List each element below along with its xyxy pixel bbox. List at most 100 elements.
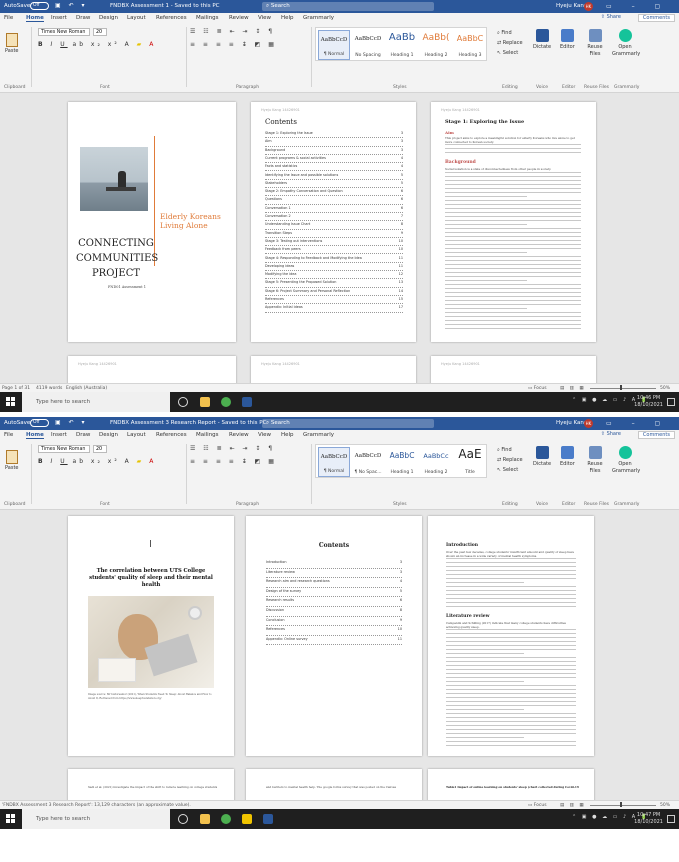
page-stage-1[interactable]: Hyeju Kang 14426901 Stage 1: Exploring t… xyxy=(431,102,596,342)
toc-entry[interactable]: Conversation 2 7 xyxy=(265,214,403,222)
find-button[interactable]: ⌕ Find xyxy=(497,445,523,455)
user-name[interactable]: Hyeju Kang xyxy=(556,3,587,9)
autosave-toggle[interactable]: Off xyxy=(30,419,49,427)
tab-review[interactable]: Review xyxy=(229,15,249,21)
page-contents[interactable]: Contents Introduction 3 Literature review 3… xyxy=(246,516,422,756)
style-heading-2[interactable]: AaBbCc Heading 2 xyxy=(420,447,452,477)
toc-entry[interactable]: References 10 xyxy=(266,627,402,636)
tab-mailings[interactable]: Mailings xyxy=(196,432,219,438)
clock[interactable]: 10:46 PM 18/10/2021 xyxy=(634,395,663,409)
list-buttons[interactable]: ☰ ☷ ≣ ⇤ ⇥ ↕ ¶ xyxy=(190,445,275,452)
tab-draw[interactable]: Draw xyxy=(76,15,90,21)
toc-entry[interactable]: Transition Steps 9 xyxy=(265,231,403,238)
clock[interactable]: 10:47 PM 18/10/2021 xyxy=(634,812,663,826)
zoom-level[interactable]: 50% xyxy=(660,803,670,808)
avatar[interactable]: HK xyxy=(584,2,593,11)
tab-insert[interactable]: Insert xyxy=(51,432,67,438)
tab-layout[interactable]: Layout xyxy=(127,432,146,438)
sticky-notes-icon[interactable] xyxy=(242,814,252,824)
toc-entry[interactable]: Current programs & social activities 4 xyxy=(265,156,403,164)
cortana-icon[interactable] xyxy=(178,397,188,407)
style-normal[interactable]: AaBbCcD ¶ Normal xyxy=(318,30,350,60)
document-title[interactable]: FNDBX Assessment 3 Research Report - Sav… xyxy=(110,420,266,426)
tab-insert[interactable]: Insert xyxy=(51,15,67,21)
chrome-icon[interactable] xyxy=(221,397,231,407)
search-box[interactable]: ⌕ Search xyxy=(262,419,434,428)
tab-layout[interactable]: Layout xyxy=(127,15,146,21)
zoom-slider[interactable] xyxy=(590,805,656,806)
word-app-icon[interactable] xyxy=(242,397,252,407)
list-buttons[interactable]: ☰ ☷ ≣ ⇤ ⇥ ↕ ¶ xyxy=(190,28,275,35)
dictate-button[interactable]: Dictate xyxy=(533,446,551,468)
zoom-slider-thumb[interactable] xyxy=(620,385,622,390)
window-controls-icon[interactable]: ▭ – ▢ ✕ xyxy=(606,420,679,427)
toc-entry[interactable]: Conclusion 9 xyxy=(266,618,402,627)
taskbar-search[interactable]: Type here to search xyxy=(22,809,170,829)
paste-button[interactable]: Paste xyxy=(5,33,19,54)
page-4[interactable]: Sadi et al. (2021) investigate the impac… xyxy=(68,769,234,801)
focus-button[interactable]: ▭ Focus xyxy=(528,386,547,391)
zoom-slider-thumb[interactable] xyxy=(620,802,622,807)
windows-start-icon[interactable] xyxy=(6,814,16,824)
avatar[interactable]: HK xyxy=(584,419,593,428)
tab-view[interactable]: View xyxy=(258,432,271,438)
select-button[interactable]: ↖ Select xyxy=(497,48,523,58)
toc-entry[interactable]: Research results 6 xyxy=(266,598,402,607)
file-explorer-icon[interactable] xyxy=(200,814,210,824)
page-5[interactable]: and barriers to mental health help. The … xyxy=(246,769,422,801)
page-6[interactable]: Table1 Impact of online learning on stud… xyxy=(428,769,594,801)
toc-entry[interactable]: Stakeholders 5 xyxy=(265,181,403,189)
tab-review[interactable]: Review xyxy=(229,432,249,438)
toc-entry[interactable]: Stage 3: Testing out interventions 10 xyxy=(265,239,403,247)
view-mode-icons[interactable]: ▤ ▥ ▦ xyxy=(560,803,586,808)
toc-entry[interactable]: Stage 2: Empathy Conversation and Questi… xyxy=(265,189,403,197)
style-heading-3[interactable]: AaBbC Heading 3 xyxy=(454,30,486,60)
select-button[interactable]: ↖ Select xyxy=(497,465,523,475)
toc-entry[interactable]: Appendix: Initial ideas 17 xyxy=(265,305,403,313)
page-introduction[interactable]: Introduction Over the past few decades, … xyxy=(428,516,594,756)
window-controls-icon[interactable]: ▭ – ▢ ✕ xyxy=(606,3,679,10)
replace-button[interactable]: ⇄ Replace xyxy=(497,455,523,465)
grammarly-button[interactable]: Open Grammarly xyxy=(612,29,640,58)
page-6[interactable]: Hyeju Kang 14426901 xyxy=(431,356,596,384)
toc-entry[interactable]: Literature review 3 xyxy=(266,570,402,579)
dictate-button[interactable]: Dictate xyxy=(533,29,551,51)
taskbar-search[interactable]: Type here to search xyxy=(22,392,170,412)
page-cover[interactable]: Elderly Koreans Living Alone CONNECTING … xyxy=(68,102,236,342)
toc-entry[interactable]: Feedback from peers 10 xyxy=(265,247,403,255)
toc-entry[interactable]: Conversation 1 6 xyxy=(265,206,403,213)
style-title[interactable]: AaE Title xyxy=(454,447,486,477)
style-no-spacing[interactable]: AaBbCcD No Spacing xyxy=(352,30,384,60)
quick-access-save-icon[interactable]: ▣ ↶ ▾ xyxy=(55,419,88,426)
focus-button[interactable]: ▭ Focus xyxy=(528,803,547,808)
page-count[interactable]: Page 1 of 31 xyxy=(2,386,30,391)
view-mode-icons[interactable]: ▤ ▥ ▦ xyxy=(560,386,586,391)
align-buttons[interactable]: ≡ ≡ ≡ ≡ ↨ ◩ ▦ xyxy=(190,41,277,48)
toc-entry[interactable]: Background 3 xyxy=(265,148,403,155)
toc-entry[interactable]: Stage 4: Responding to Feedback and Modi… xyxy=(265,256,403,263)
file-explorer-icon[interactable] xyxy=(200,397,210,407)
toc-entry[interactable]: Identifying the Issue and possible solut… xyxy=(265,173,403,180)
toc-entry[interactable]: Stage 1: Exploring the Issue 3 xyxy=(265,131,403,139)
toc-entry[interactable]: Questions 6 xyxy=(265,197,403,205)
style-no-spacing[interactable]: AaBbCcD ¶ No Spac... xyxy=(352,447,384,477)
share-button[interactable]: ⇪ Share xyxy=(601,431,621,437)
font-size-select[interactable]: 20 xyxy=(93,445,107,453)
document-canvas[interactable]: Elderly Koreans Living Alone CONNECTING … xyxy=(0,94,679,384)
document-title[interactable]: FNDBX Assessment 1 - Saved to this PC xyxy=(110,3,219,9)
windows-start-icon[interactable] xyxy=(6,397,16,407)
font-size-select[interactable]: 20 xyxy=(93,28,107,36)
toc-entry[interactable]: Stage 5: Presenting the Proposed Solutio… xyxy=(265,280,403,288)
toc-entry[interactable]: Facts and statistics 4 xyxy=(265,164,403,172)
tab-mailings[interactable]: Mailings xyxy=(196,15,219,21)
align-buttons[interactable]: ≡ ≡ ≡ ≡ ↨ ◩ ▦ xyxy=(190,458,277,465)
tab-home[interactable]: Home xyxy=(26,432,44,439)
style-heading-2[interactable]: AaBb(Heading 2 xyxy=(420,30,452,60)
tab-help[interactable]: Help xyxy=(281,432,294,438)
tab-help[interactable]: Help xyxy=(281,15,294,21)
page-5[interactable]: Hyeju Kang 14426901 xyxy=(251,356,416,384)
page-4[interactable]: Hyeju Kang 14426901 xyxy=(68,356,236,384)
toc-entry[interactable]: Modifying the idea 12 xyxy=(265,272,403,280)
tab-design[interactable]: Design xyxy=(99,15,118,21)
chrome-icon[interactable] xyxy=(221,814,231,824)
